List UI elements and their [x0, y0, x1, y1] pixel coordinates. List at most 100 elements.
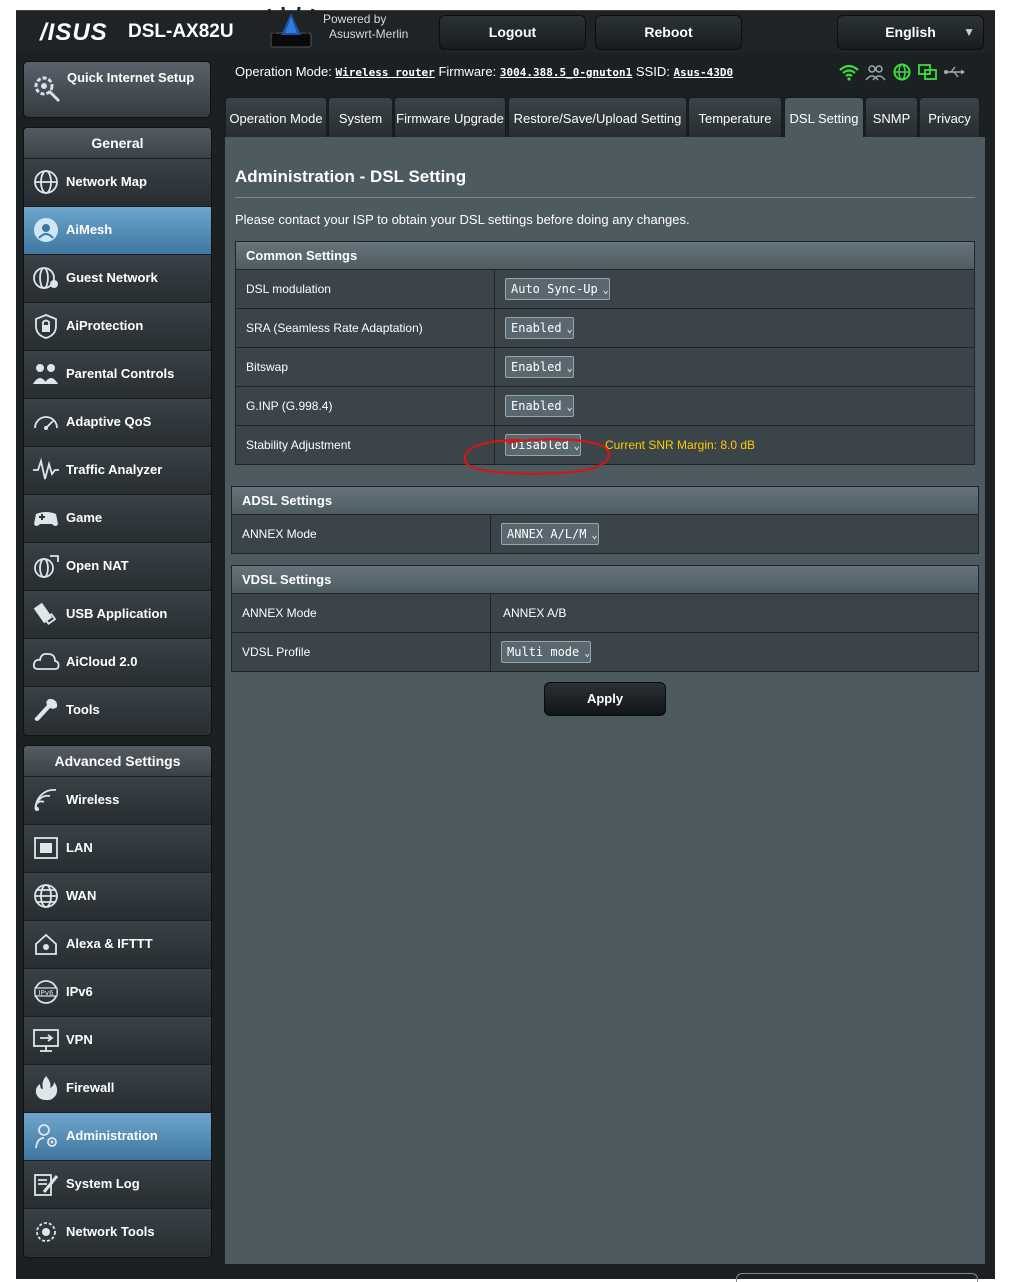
sidebar-item-parental-controls[interactable]: Parental Controls	[24, 350, 211, 398]
bitswap-label: Bitswap	[246, 360, 289, 374]
sidebar-item-vpn[interactable]: VPN	[24, 1016, 211, 1064]
guest-globe-icon	[33, 267, 58, 289]
aimesh-status-icon[interactable]	[917, 63, 939, 81]
common-settings-header: Common Settings	[236, 242, 974, 269]
dsl-modulation-select[interactable]: Auto Sync-Up ⌄	[505, 278, 610, 300]
sidebar-item-label: System Log	[66, 1176, 140, 1191]
sidebar-item-wireless[interactable]: Wireless	[24, 776, 211, 824]
clients-status-icon[interactable]	[864, 63, 887, 81]
adsl-settings-header: ADSL Settings	[232, 487, 978, 514]
sidebar-item-aiprotection[interactable]: AiProtection	[24, 302, 211, 350]
sra-select[interactable]: Enabled ⌄	[505, 317, 574, 339]
caret-down-icon: ▼	[963, 25, 975, 39]
logout-button[interactable]: Logout	[439, 15, 586, 50]
globe-icon	[34, 884, 58, 908]
status-line: Operation Mode: Wireless router Firmware…	[235, 64, 733, 79]
title-divider	[235, 197, 975, 198]
model-name: DSL-AX82U	[128, 21, 234, 42]
wifi-status-icon[interactable]	[838, 63, 860, 81]
tab-temperature[interactable]: Temperature	[688, 97, 782, 139]
adsl-annex-value: ANNEX A/L/M	[507, 527, 587, 541]
asus-logo: /ISUS	[40, 19, 108, 46]
sidebar-item-adaptive-qos[interactable]: Adaptive QoS	[24, 398, 211, 446]
sidebar-item-wan[interactable]: WAN	[24, 872, 211, 920]
gamepad-icon	[34, 512, 58, 526]
sidebar-item-administration[interactable]: Administration	[24, 1112, 211, 1160]
tab-snmp[interactable]: SNMP	[865, 97, 918, 139]
router-admin-frame: /ISUS DSL-AX82U Powered by Asuswrt-Merli…	[16, 6, 995, 1282]
table-row: SRA (Seamless Rate Adaptation) Enabled ⌄	[236, 308, 974, 347]
sidebar-item-label: AiMesh	[66, 222, 113, 237]
log-pen-icon	[34, 1174, 59, 1196]
gauge-icon	[34, 416, 58, 430]
router-icon	[267, 6, 315, 48]
sidebar-item-usb-application[interactable]: USB Application	[24, 590, 211, 638]
sidebar-item-lan[interactable]: LAN	[24, 824, 211, 872]
sidebar-item-open-nat[interactable]: Open NAT	[24, 542, 211, 590]
vpn-monitor-icon	[33, 1029, 59, 1052]
ginp-select[interactable]: Enabled ⌄	[505, 395, 574, 417]
adsl-annex-label: ANNEX Mode	[242, 527, 317, 541]
vdsl-annex-label: ANNEX Mode	[242, 606, 317, 620]
lock-shield-icon	[35, 314, 57, 339]
sidebar-item-game[interactable]: Game	[24, 494, 211, 542]
sra-value: Enabled	[511, 321, 562, 335]
tab-dsl-setting[interactable]: DSL Setting	[784, 97, 864, 139]
sidebar-item-label: Parental Controls	[66, 366, 175, 381]
table-row: VDSL Profile Multi mode ⌄	[232, 632, 978, 671]
advanced-menu-header: Advanced Settings	[24, 746, 211, 776]
content-panel: Administration - DSL Setting Please cont…	[225, 137, 985, 1264]
firmware-link[interactable]: 3004.388.5_0-gnuton1	[500, 66, 632, 79]
ginp-value: Enabled	[511, 399, 562, 413]
sidebar-item-network-tools[interactable]: Network Tools	[24, 1208, 211, 1256]
sidebar-item-label: Network Map	[66, 174, 147, 189]
sidebar-item-traffic-analyzer[interactable]: Traffic Analyzer	[24, 446, 211, 494]
sidebar-item-tools[interactable]: Tools	[24, 686, 211, 734]
sidebar-item-firewall[interactable]: Firewall	[24, 1064, 211, 1112]
sidebar-item-aicloud-2-0[interactable]: AiCloud 2.0	[24, 638, 211, 686]
wrench-icon	[34, 699, 58, 721]
sidebar-item-label: Guest Network	[66, 270, 158, 285]
bottom-footer-edge	[736, 1273, 978, 1282]
sidebar-item-system-log[interactable]: System Log	[24, 1160, 211, 1208]
sidebar-item-label: Adaptive QoS	[66, 414, 152, 429]
language-select[interactable]: English ▼	[837, 15, 984, 50]
usb-status-icon[interactable]	[943, 63, 966, 81]
ipv6-globe-icon: IPv6	[34, 980, 58, 1004]
table-row: ANNEX Mode ANNEX A/B	[232, 593, 978, 632]
sidebar-item-alexa-ifttt[interactable]: Alexa & IFTTT	[24, 920, 211, 968]
sidebar-item-label: AiProtection	[66, 318, 144, 333]
internet-status-icon[interactable]	[891, 63, 913, 81]
reboot-button[interactable]: Reboot	[595, 15, 742, 50]
ssid-link[interactable]: Asus-43D0	[674, 66, 734, 79]
tab-operation-mode[interactable]: Operation Mode	[225, 97, 327, 139]
cloud-icon	[32, 652, 60, 670]
vdsl-settings-table: VDSL Settings ANNEX Mode ANNEX A/B VDSL …	[231, 565, 979, 672]
tab-restore-save-upload[interactable]: Restore/Save/Upload Setting	[508, 97, 687, 139]
tab-firmware-upgrade[interactable]: Firmware Upgrade	[394, 97, 506, 139]
tab-privacy[interactable]: Privacy	[919, 97, 980, 139]
lan-port-icon	[34, 837, 58, 859]
chevron-down-icon: ⌄	[584, 648, 591, 659]
apply-button[interactable]: Apply	[544, 682, 666, 716]
sidebar-item-aimesh[interactable]: AiMesh	[24, 206, 211, 254]
general-menu: General Network Map AiMesh Guest Network Ai…	[23, 127, 212, 736]
sidebar-item-ipv6[interactable]: IPv6 IPv6	[24, 968, 211, 1016]
table-row: Bitswap Enabled ⌄	[236, 347, 974, 386]
table-row: ANNEX Mode ANNEX A/L/M ⌄	[232, 514, 978, 553]
smart-home-icon	[35, 933, 57, 955]
sidebar-item-label: Administration	[66, 1128, 158, 1143]
dsl-modulation-label: DSL modulation	[246, 282, 331, 296]
tab-system[interactable]: System	[328, 97, 393, 139]
sidebar-item-network-map[interactable]: Network Map	[24, 158, 211, 206]
sidebar-item-label: Tools	[66, 702, 100, 717]
sidebar-item-label: LAN	[66, 840, 93, 855]
sidebar-item-label: Network Tools	[66, 1224, 155, 1239]
sidebar-item-guest-network[interactable]: Guest Network	[24, 254, 211, 302]
vdsl-profile-select[interactable]: Multi mode ⌄	[501, 641, 592, 663]
op-mode-link[interactable]: Wireless router	[335, 66, 434, 79]
adsl-annex-select[interactable]: ANNEX A/L/M ⌄	[501, 523, 599, 545]
quick-internet-setup-button[interactable]: Quick Internet Setup	[23, 61, 211, 118]
bitswap-select[interactable]: Enabled ⌄	[505, 356, 574, 378]
common-settings-table: Common Settings DSL modulation Auto Sync…	[235, 241, 975, 465]
